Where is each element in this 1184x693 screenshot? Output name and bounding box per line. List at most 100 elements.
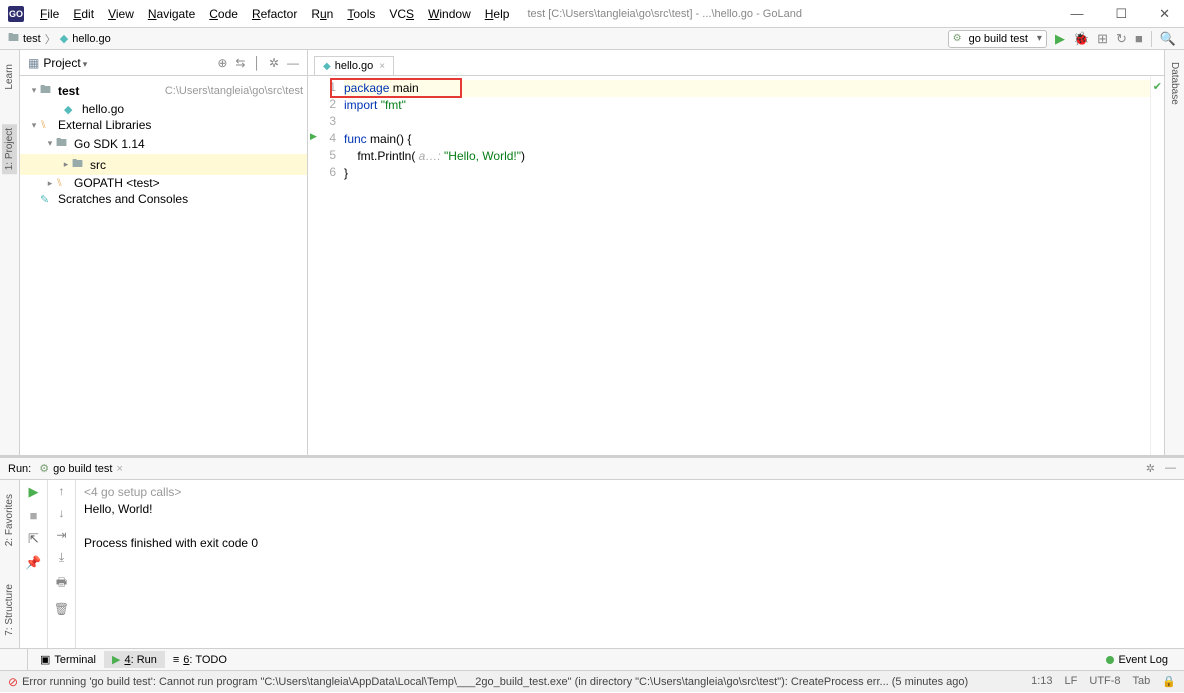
clear-button[interactable]: 🗑 xyxy=(54,602,69,616)
tab-todo[interactable]: ≡ 6: TODO xyxy=(165,652,235,668)
run-hide-icon[interactable]: — xyxy=(1165,462,1176,475)
project-view-icon: ▦ xyxy=(28,56,39,70)
bottom-tool-tabs: ▣ Terminal ▶ 4: Run ≡ 6: TODO Event Log xyxy=(0,648,1184,670)
code-area[interactable]: package main import "fmt" func main() { … xyxy=(344,76,1150,455)
menu-refactor[interactable]: Refactor xyxy=(246,5,303,23)
menu-vcs[interactable]: VCS xyxy=(383,5,420,23)
editor-panel: ◆ hello.go × 1 2 3 4▶ 5 6 package main i… xyxy=(308,50,1164,455)
stop-button[interactable]: ■ xyxy=(30,508,38,523)
project-panel-title[interactable]: Project▾ xyxy=(43,56,217,70)
menu-help[interactable]: Help xyxy=(479,5,516,23)
menu-tools[interactable]: Tools xyxy=(341,5,381,23)
tree-external-libs[interactable]: ▾ ⑊ External Libraries xyxy=(20,117,307,133)
todo-icon: ≡ xyxy=(173,654,179,666)
debug-button[interactable]: 🐞 xyxy=(1073,31,1089,47)
editor-right-margin: ✔ xyxy=(1150,76,1164,455)
close-icon[interactable]: × xyxy=(116,463,122,475)
rail-structure[interactable]: 7: Structure xyxy=(2,580,17,640)
run-panel: Run: ⚙ go build test × ✲ — 2: Favorites … xyxy=(0,455,1184,648)
menu-bar: File Edit View Navigate Code Refactor Ru… xyxy=(34,5,515,23)
close-button[interactable]: ✕ xyxy=(1153,4,1176,24)
menu-file[interactable]: File xyxy=(34,5,65,23)
status-error-text[interactable]: Error running 'go build test': Cannot ru… xyxy=(22,676,1023,688)
app-logo-icon: GO xyxy=(8,6,24,22)
run-config-select[interactable]: ⚙ go build test xyxy=(948,30,1047,48)
profile-button[interactable]: ↻ xyxy=(1116,31,1127,47)
menu-run[interactable]: Run xyxy=(305,5,339,23)
project-panel: ▦ Project▾ ⊕ ⇆ │ ✲ — ▾ 🖿 test C:\Users\t… xyxy=(20,50,308,455)
down-button[interactable]: ↓ xyxy=(59,506,65,520)
stop-button[interactable]: ■ xyxy=(1135,31,1143,46)
tree-root[interactable]: ▾ 🖿 test C:\Users\tangleia\go\src\test xyxy=(20,80,307,101)
exit-button[interactable]: ⇱ xyxy=(28,531,39,547)
run-panel-label: Run: xyxy=(8,463,31,475)
project-locate-icon[interactable]: ⊕ xyxy=(217,56,227,70)
breadcrumb-project[interactable]: test xyxy=(23,33,41,45)
inspection-ok-icon[interactable]: ✔ xyxy=(1153,80,1162,93)
folder-icon: 🖿 xyxy=(56,134,70,153)
run-icon: ▶ xyxy=(112,653,120,666)
tab-terminal[interactable]: ▣ Terminal xyxy=(32,651,104,668)
window-title: test [C:\Users\tangleia\go\src\test] - .… xyxy=(527,8,802,20)
tree-scratches[interactable]: ✎ Scratches and Consoles xyxy=(20,191,307,207)
library-icon: ⑊ xyxy=(40,119,54,131)
library-icon: ⑊ xyxy=(56,177,70,189)
minimize-button[interactable]: — xyxy=(1064,4,1089,24)
tab-run[interactable]: ▶ 4: Run xyxy=(104,651,165,668)
project-settings-icon[interactable]: ✲ xyxy=(269,56,279,70)
menu-code[interactable]: Code xyxy=(203,5,244,23)
breadcrumb-file[interactable]: hello.go xyxy=(72,33,111,45)
run-settings-icon[interactable]: ✲ xyxy=(1146,462,1155,475)
tab-event-log[interactable]: Event Log xyxy=(1098,652,1176,668)
status-encoding[interactable]: UTF-8 xyxy=(1089,675,1120,688)
editor-body[interactable]: 1 2 3 4▶ 5 6 package main import "fmt" f… xyxy=(308,76,1164,455)
gutter-run-icon[interactable]: ▶ xyxy=(310,131,317,142)
status-line-sep[interactable]: LF xyxy=(1065,675,1078,688)
project-expand-icon[interactable]: ⇆ xyxy=(235,56,245,70)
editor-tab-label: hello.go xyxy=(335,60,374,72)
breadcrumb: 🖿 test 〉 ◆ hello.go xyxy=(8,29,111,48)
rerun-button[interactable]: ▶ xyxy=(29,484,39,500)
close-icon[interactable]: × xyxy=(379,61,385,72)
run-button[interactable]: ▶ xyxy=(1055,31,1065,47)
menu-edit[interactable]: Edit xyxy=(67,5,100,23)
rail-database[interactable]: Database xyxy=(1167,58,1182,109)
project-hide-icon[interactable]: — xyxy=(287,56,299,70)
rail-learn[interactable]: Learn xyxy=(2,60,17,94)
maximize-button[interactable]: ☐ xyxy=(1109,4,1133,24)
rail-project[interactable]: 1: Project xyxy=(2,124,17,174)
run-toolbar-left: ▶ ■ ⇱ 📌 xyxy=(20,480,48,648)
status-indent[interactable]: Tab xyxy=(1133,675,1151,688)
editor-tab-hello[interactable]: ◆ hello.go × xyxy=(314,56,394,75)
go-file-icon: ◆ xyxy=(64,103,78,116)
scroll-end-button[interactable]: ⤓ xyxy=(59,550,64,565)
project-tree: ▾ 🖿 test C:\Users\tangleia\go\src\test ◆… xyxy=(20,76,307,455)
run-toolbar-right: ↑ ↓ ⇥ ⤓ 🖶 🗑 xyxy=(48,480,76,648)
print-button[interactable]: 🖶 xyxy=(56,573,67,594)
tree-src[interactable]: ▸ 🖿 src xyxy=(20,154,307,175)
search-button[interactable]: 🔍 xyxy=(1151,31,1176,47)
menu-window[interactable]: Window xyxy=(422,5,477,23)
tree-gopath[interactable]: ▸ ⑊ GOPATH <test> xyxy=(20,175,307,191)
tree-sdk[interactable]: ▾ 🖿 Go SDK 1.14 xyxy=(20,133,307,154)
pin-button[interactable]: 📌 xyxy=(25,555,41,571)
up-button[interactable]: ↑ xyxy=(59,484,65,498)
rail-favorites[interactable]: 2: Favorites xyxy=(2,490,17,550)
project-collapse-icon[interactable]: │ xyxy=(253,56,261,70)
coverage-button[interactable]: ⊞ xyxy=(1097,31,1108,47)
go-file-icon: ◆ xyxy=(60,32,68,45)
error-icon[interactable]: ⊘ xyxy=(8,675,18,689)
run-config-tab[interactable]: ⚙ go build test × xyxy=(39,462,123,475)
soft-wrap-button[interactable]: ⇥ xyxy=(56,528,66,542)
console-stdout: Hello, World! xyxy=(84,501,1176,518)
tree-file-hello[interactable]: ◆ hello.go xyxy=(20,101,307,117)
right-tool-rail: Database xyxy=(1164,50,1184,455)
run-console[interactable]: <4 go setup calls> Hello, World! Process… xyxy=(76,480,1184,648)
menu-navigate[interactable]: Navigate xyxy=(142,5,201,23)
status-lock-icon[interactable]: 🔒 xyxy=(1162,675,1176,688)
menu-view[interactable]: View xyxy=(102,5,140,23)
terminal-icon: ▣ xyxy=(40,653,50,666)
statusbar: ⊘ Error running 'go build test': Cannot … xyxy=(0,670,1184,692)
status-caret-pos[interactable]: 1:13 xyxy=(1031,675,1052,688)
event-log-dot-icon xyxy=(1106,656,1114,664)
